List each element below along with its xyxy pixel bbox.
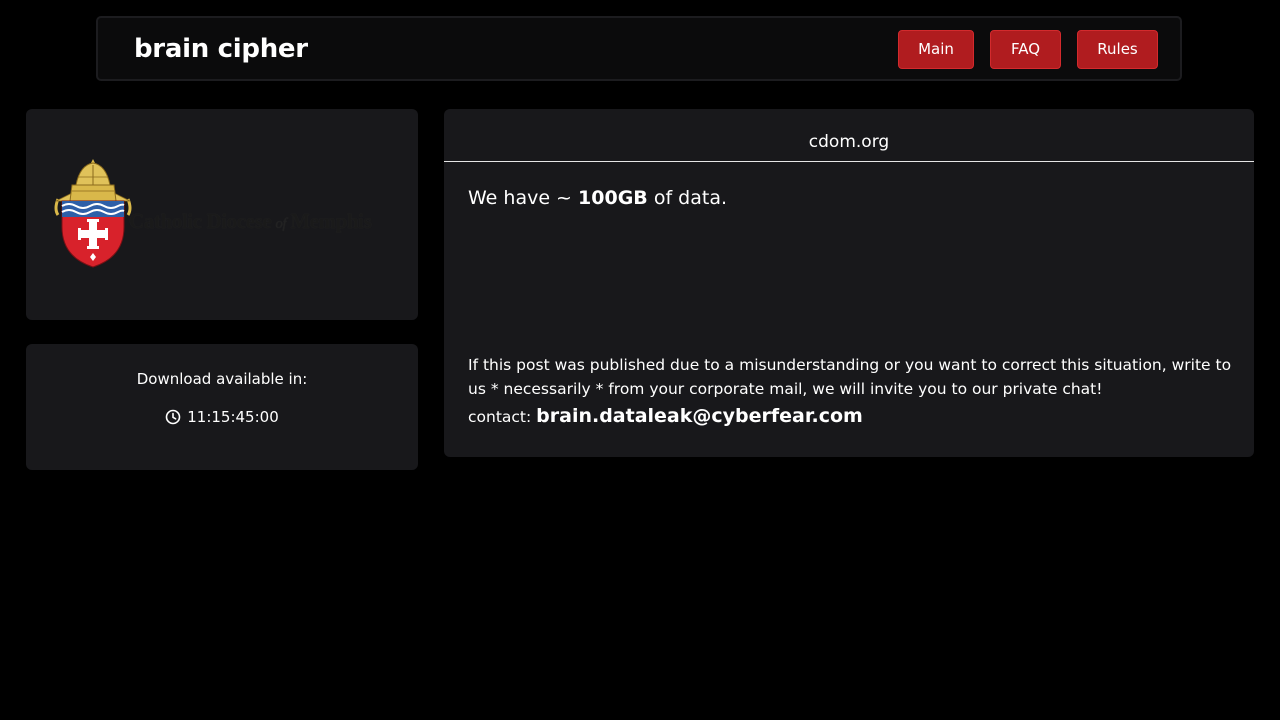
timer-value: 11:15:45:00 xyxy=(187,408,279,426)
contact-label: contact: xyxy=(468,408,537,426)
clock-icon xyxy=(165,409,181,425)
post-title: cdom.org xyxy=(444,109,1254,162)
victim-logo-card: Catholic Diocese of Memphis xyxy=(26,109,418,320)
data-size-line: We have ~ 100GB of data. xyxy=(468,187,728,209)
diocese-crest-icon xyxy=(54,159,132,268)
nav-main-button[interactable]: Main xyxy=(898,30,974,69)
logo-text: Catholic Diocese of Memphis xyxy=(129,209,372,233)
victim-logo: Catholic Diocese of Memphis xyxy=(52,157,397,272)
data-amount: 100GB xyxy=(578,187,648,209)
top-navbar: brain cipher Main FAQ Rules xyxy=(96,16,1182,81)
contact-row: contact: brain.dataleak@cyberfear.com xyxy=(468,405,863,427)
download-timer-card: Download available in: 11:15:45:00 xyxy=(26,344,418,470)
contact-email[interactable]: brain.dataleak@cyberfear.com xyxy=(536,405,863,427)
nav-rules-button[interactable]: Rules xyxy=(1077,30,1158,69)
timer-label: Download available in: xyxy=(136,370,308,388)
notice-text: If this post was published due to a misu… xyxy=(468,356,1232,398)
nav-faq-button[interactable]: FAQ xyxy=(990,30,1061,69)
leak-post-card: cdom.org We have ~ 100GB of data. If thi… xyxy=(444,109,1254,457)
timer-row: 11:15:45:00 xyxy=(26,408,418,426)
site-brand[interactable]: brain cipher xyxy=(134,33,308,65)
